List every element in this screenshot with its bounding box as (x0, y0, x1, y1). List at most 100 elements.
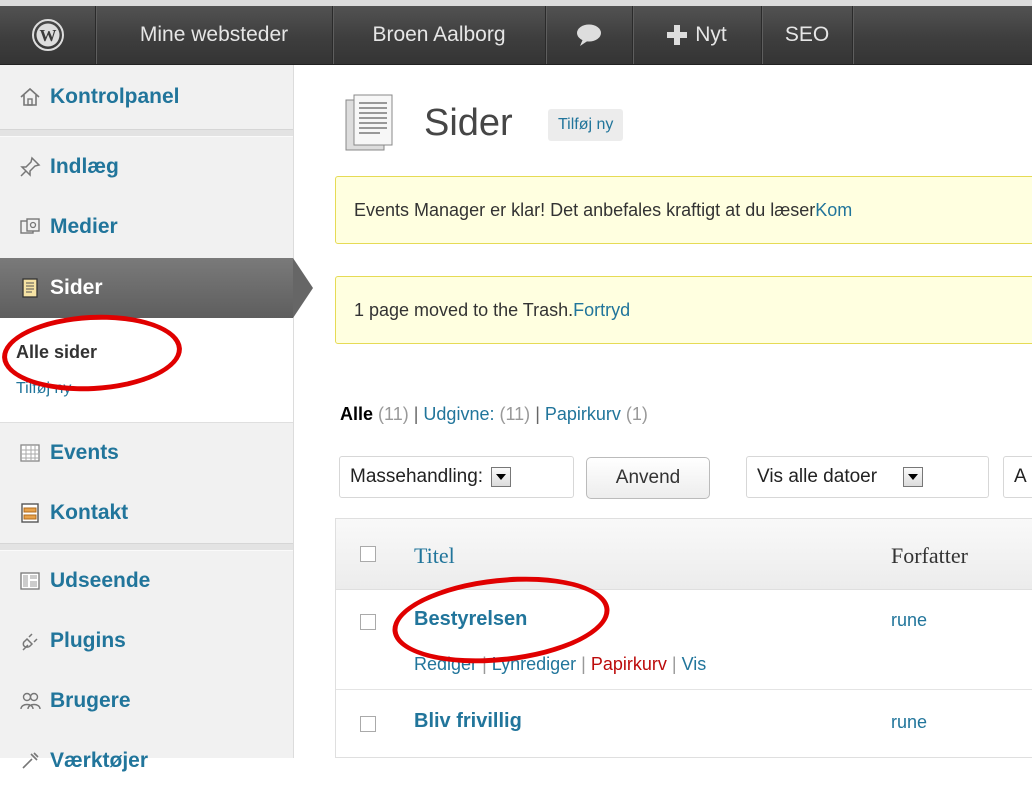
table-header: Titel Forfatter (336, 519, 1032, 590)
chevron-down-icon (491, 467, 512, 487)
my-sites-menu[interactable]: Mine websteder (96, 6, 333, 64)
status-filter-links: Alle (11) | Udgivne: (11) | Papirkurv (1… (340, 404, 648, 425)
filter-divider: | (535, 404, 545, 424)
menu-item-pages[interactable]: Sider (0, 258, 293, 318)
site-name-menu[interactable]: Broen Aalborg (333, 6, 546, 64)
filter-all[interactable]: Alle (340, 404, 373, 424)
site-name-label: Broen Aalborg (372, 23, 506, 46)
menu-label-tools: Værktøjer (50, 749, 149, 772)
submenu-add-new-page[interactable]: Tilføj ny (16, 380, 71, 398)
users-icon (18, 689, 42, 713)
pages-submenu: Alle sider Tilføj ny (0, 318, 293, 423)
events-notice-link[interactable]: Kom (815, 200, 852, 221)
menu-label-users: Brugere (50, 689, 131, 712)
comment-bubble-icon (577, 24, 601, 46)
table-row: Bestyrelsen rune Rediger | Lynrediger | … (336, 590, 1032, 690)
new-content-menu[interactable]: Nyt (633, 6, 762, 64)
row-action-quick-edit[interactable]: Lynrediger (492, 654, 576, 674)
seo-label: SEO (784, 23, 830, 46)
row-action-divider: | (581, 654, 591, 674)
row-action-view[interactable]: Vis (682, 654, 707, 674)
seo-menu[interactable]: SEO (762, 6, 853, 64)
appearance-icon (18, 569, 42, 593)
date-filter-value: Vis alle datoer (757, 466, 878, 487)
bulk-action-select[interactable]: Massehandling: (339, 456, 574, 498)
row-action-divider: | (671, 654, 682, 674)
bulk-action-value: Massehandling: (350, 466, 484, 487)
row-title-link[interactable]: Bliv frivillig (414, 710, 522, 733)
menu-label-pages: Sider (50, 276, 103, 299)
submenu-all-pages[interactable]: Alle sider (16, 342, 97, 363)
plus-icon (667, 25, 688, 45)
column-author: Forfatter (891, 543, 968, 568)
row-checkbox[interactable] (360, 614, 376, 630)
row-title-link[interactable]: Bestyrelsen (414, 608, 527, 631)
pages-table: Titel Forfatter Bestyrelsen rune Rediger… (335, 518, 1032, 758)
pages-icon (18, 276, 42, 300)
undo-link[interactable]: Fortryd (573, 300, 630, 321)
calendar-icon (18, 441, 42, 465)
row-action-trash[interactable]: Papirkurv (591, 654, 667, 674)
row-actions: Rediger | Lynrediger | Papirkurv | Vis (414, 654, 706, 675)
row-action-edit[interactable]: Rediger (414, 654, 477, 674)
menu-label-posts: Indlæg (50, 155, 119, 178)
menu-item-contact[interactable]: Kontakt (0, 483, 293, 543)
row-author-link[interactable]: rune (891, 712, 927, 733)
add-new-page-button[interactable]: Tilføj ny (548, 109, 624, 141)
menu-item-dashboard[interactable]: Kontrolpanel (0, 65, 293, 129)
menu-separator (0, 129, 293, 137)
category-filter-select[interactable]: A (1003, 456, 1032, 498)
pushpin-icon (18, 155, 42, 179)
select-all-checkbox[interactable] (360, 546, 376, 562)
menu-item-media[interactable]: Medier (0, 197, 293, 257)
pages-screen-icon (340, 92, 400, 161)
menu-label-plugins: Plugins (50, 629, 126, 652)
menu-item-posts[interactable]: Indlæg (0, 137, 293, 197)
admin-bar: W Mine websteder Broen Aalborg Nyt SEO (0, 6, 1032, 65)
chevron-down-icon (903, 467, 924, 487)
admin-sidebar: Kontrolpanel Indlæg Medier Sider Alle si… (0, 65, 294, 772)
menu-item-appearance[interactable]: Udseende (0, 551, 293, 611)
contact-form-icon (18, 501, 42, 525)
filter-trash-count: (1) (625, 404, 648, 424)
house-icon (18, 85, 42, 109)
media-icon (18, 215, 42, 239)
menu-label-dashboard: Kontrolpanel (50, 85, 180, 108)
trash-notice: 1 page moved to the Trash. Fortryd (335, 276, 1032, 344)
page-title: Sider (424, 102, 513, 144)
menu-label-contact: Kontakt (50, 501, 129, 524)
filter-trash[interactable]: Papirkurv (545, 404, 621, 424)
menu-label-media: Medier (50, 215, 118, 238)
filter-divider: | (413, 404, 424, 424)
events-manager-notice: Events Manager er klar! Det anbefales kr… (335, 176, 1032, 244)
svg-text:W: W (39, 26, 56, 45)
menu-item-plugins[interactable]: Plugins (0, 611, 293, 671)
trash-notice-text: 1 page moved to the Trash. (354, 299, 574, 320)
my-sites-label: Mine websteder (139, 23, 289, 46)
category-filter-value: A (1014, 466, 1027, 487)
active-menu-arrow (293, 258, 313, 318)
menu-separator (0, 543, 293, 551)
events-notice-text: Events Manager er klar! Det anbefales kr… (354, 199, 816, 220)
table-row: Bliv frivillig rune (336, 690, 1032, 758)
filter-published[interactable]: Udgivne: (423, 404, 494, 424)
comments-button[interactable] (546, 6, 633, 64)
plug-icon (18, 629, 42, 653)
menu-label-appearance: Udseende (50, 569, 151, 592)
date-filter-select[interactable]: Vis alle datoer (746, 456, 989, 498)
filter-published-count: (11) (499, 404, 531, 424)
tools-icon (18, 749, 42, 773)
menu-item-tools[interactable]: Værktøjer (0, 731, 293, 791)
column-title[interactable]: Titel (414, 543, 455, 569)
menu-label-events: Events (50, 441, 119, 464)
filter-all-count: (11) (378, 404, 409, 424)
menu-item-events[interactable]: Events (0, 423, 293, 483)
wordpress-logo-button[interactable]: W (0, 6, 96, 64)
new-label: Nyt (695, 23, 727, 46)
apply-button[interactable]: Anvend (586, 457, 710, 499)
row-checkbox[interactable] (360, 716, 376, 732)
wordpress-icon: W (31, 19, 64, 51)
row-author-link[interactable]: rune (891, 610, 927, 631)
menu-item-users[interactable]: Brugere (0, 671, 293, 731)
row-action-divider: | (482, 654, 492, 674)
